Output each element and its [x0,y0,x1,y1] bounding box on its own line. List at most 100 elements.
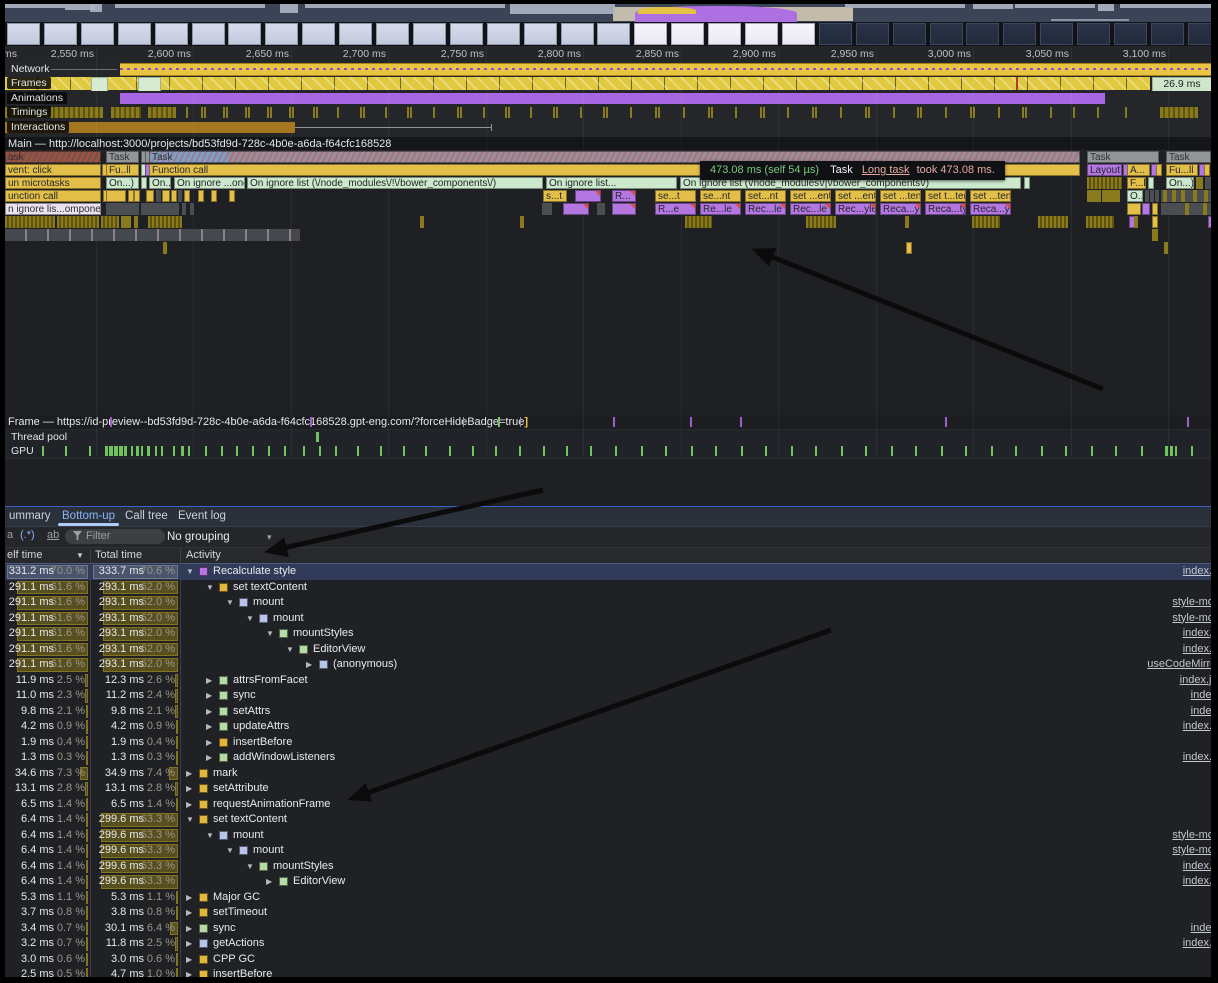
flame-bar[interactable]: F...l [1127,177,1146,189]
table-row[interactable]: 5.3 ms1.1 %5.3 ms1.1 %▶Major GC [5,890,1211,906]
screenshot-thumbnail[interactable] [228,23,261,45]
flame-bar[interactable] [575,190,601,202]
flame-bar[interactable] [149,203,179,215]
flame-bar[interactable] [134,190,140,202]
col-total-time[interactable]: Total time [95,548,142,563]
expand-open-icon[interactable]: ▼ [186,564,194,580]
flame-bar[interactable]: un microtasks [5,177,101,189]
flame-bar[interactable] [5,216,55,228]
flame-bar[interactable] [1181,190,1185,202]
flame-bar[interactable]: set ...ent [790,190,831,202]
flame-bar[interactable] [1087,190,1101,202]
flame-bar[interactable] [1102,190,1120,202]
flame-bar[interactable] [1152,229,1158,241]
table-row[interactable]: 6.5 ms1.4 %6.5 ms1.4 %▶requestAnimationF… [5,797,1211,813]
table-row[interactable]: 331.2 ms70.0 %333.7 ms70.6 %▼Recalculate… [5,564,1211,580]
table-row[interactable]: 6.4 ms1.4 %299.6 ms63.3 %▼set textConten… [5,812,1211,828]
match-case-icon[interactable]: a [7,529,13,541]
track-animations[interactable]: Animations [5,91,1211,106]
flame-bar[interactable]: O... [1127,190,1143,202]
screenshot-thumbnail[interactable] [745,23,778,45]
filter-input[interactable]: Filter [65,529,165,544]
flame-bar[interactable] [1196,177,1203,189]
flame-bar[interactable]: Fu...ll [1166,164,1198,176]
source-link[interactable]: index.js [1183,859,1211,875]
table-row[interactable]: 291.1 ms61.6 %293.1 ms62.0 %▼EditorViewi… [5,642,1211,658]
screenshot-thumbnail[interactable] [487,23,520,45]
expand-closed-icon[interactable]: ▶ [206,673,212,689]
expand-closed-icon[interactable]: ▶ [186,781,192,797]
flame-bar[interactable] [972,216,1000,228]
track-thread-pool[interactable]: Thread pool [5,430,1211,445]
flame-bar[interactable] [211,190,217,202]
main-flame-chart[interactable]: askTaskTaskTaskTaskvent: clickFu..llFunc… [5,151,1211,415]
track-network[interactable]: Network [5,62,1211,77]
screenshot-thumbnail[interactable] [376,23,409,45]
flame-bar[interactable] [905,216,909,228]
table-row[interactable]: 291.1 ms61.6 %293.1 ms62.0 %▶(anonymous)… [5,657,1211,673]
screenshot-thumbnail[interactable] [339,23,372,45]
flame-bar[interactable]: R... [612,190,636,202]
flame-bar[interactable] [106,190,126,202]
network-requests-bar[interactable] [120,63,1211,76]
expand-closed-icon[interactable]: ▶ [206,688,212,704]
screenshot-thumbnail[interactable] [1040,23,1073,45]
screenshot-thumbnail[interactable] [856,23,889,45]
flame-bar[interactable]: Reca...yle [970,203,1011,215]
sort-caret-icon[interactable]: ▼ [76,548,84,563]
source-link[interactable]: index. [1191,704,1211,720]
flame-bar[interactable]: Layout [1087,164,1122,176]
flame-bar[interactable] [1152,203,1158,215]
tab-bottom-up[interactable]: Bottom-up [58,507,119,526]
tab-event-log[interactable]: Event log [174,507,230,526]
flame-bar[interactable] [1205,177,1211,189]
table-row[interactable]: 3.2 ms0.7 %11.8 ms2.5 %▶getActionsindex.… [5,936,1211,952]
flame-bar[interactable] [906,242,912,254]
table-row[interactable]: 6.4 ms1.4 %299.6 ms63.3 %▶EditorViewinde… [5,874,1211,890]
screenshot-thumbnail[interactable] [782,23,815,45]
expand-closed-icon[interactable]: ▶ [186,890,192,906]
table-row[interactable]: 291.1 ms61.6 %293.1 ms62.0 %▼mountstyle-… [5,611,1211,627]
source-link[interactable]: style-mod [1172,843,1211,859]
expand-open-icon[interactable]: ▼ [206,580,214,596]
screenshot-thumbnail[interactable] [413,23,446,45]
flame-bar[interactable] [1145,190,1149,202]
flame-bar[interactable] [1208,216,1211,228]
flame-bar[interactable] [1163,190,1167,202]
flame-bar[interactable] [5,229,300,241]
track-timings[interactable]: Timings [5,105,1211,121]
flame-bar[interactable]: unction call [5,190,101,202]
timeline-ruler[interactable]: ms 2,550 ms2,600 ms2,650 ms2,700 ms2,750… [5,46,1211,63]
flame-bar[interactable] [420,216,424,228]
flame-bar[interactable]: n ignore lis...omponents\/) [5,203,101,215]
flame-bar[interactable] [1134,216,1138,228]
source-link[interactable]: style-mod [1172,611,1211,627]
flame-bar[interactable] [57,216,99,228]
flame-bar[interactable] [1204,164,1210,176]
flame-bar[interactable] [184,190,190,202]
flame-bar[interactable] [198,190,204,202]
source-link[interactable]: index.js: [1180,673,1211,689]
whole-word-icon[interactable]: ab [47,529,59,541]
tooltip-long-task-link[interactable]: Long task [856,164,910,176]
flame-bar[interactable] [1156,164,1162,176]
flame-bar[interactable] [1185,203,1189,215]
flame-bar[interactable]: Task [106,151,139,163]
expand-closed-icon[interactable]: ▶ [186,967,192,977]
flame-bar[interactable] [171,190,177,202]
flame-bar[interactable]: On...) [106,177,139,189]
flame-bar[interactable]: On ignore list... [546,177,677,189]
screenshot-thumbnail[interactable] [1077,23,1110,45]
screenshot-thumbnail[interactable] [561,23,594,45]
expand-closed-icon[interactable]: ▶ [206,704,212,720]
flame-bar[interactable]: On...) [1166,177,1194,189]
table-row[interactable]: 4.2 ms0.9 %4.2 ms0.9 %▶updateAttrsindex.… [5,719,1211,735]
source-link[interactable]: index.js [1183,874,1211,890]
flame-bar[interactable] [156,190,161,202]
expand-open-icon[interactable]: ▼ [266,626,274,642]
table-row[interactable]: 2.5 ms0.5 %4.7 ms1.0 %▶insertBefore [5,967,1211,977]
flame-bar[interactable] [1204,190,1208,202]
source-link[interactable]: useCodeMirror [1147,657,1211,673]
flame-bar[interactable] [685,216,712,228]
flame-bar[interactable] [1152,216,1158,228]
